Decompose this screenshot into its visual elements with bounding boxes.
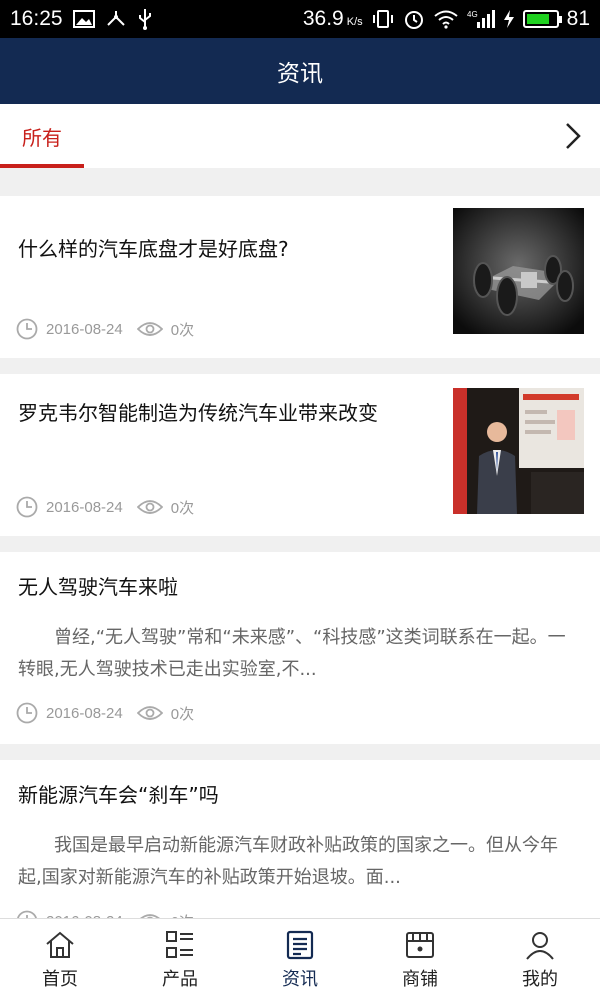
- article-title: 什么样的汽车底盘才是好底盘?: [18, 237, 289, 261]
- battery-icon: [522, 10, 562, 28]
- article-date: 2016-08-24: [46, 704, 123, 722]
- article-meta: 2016-08-24 0次: [16, 496, 194, 518]
- tab-label: 产品: [162, 968, 198, 990]
- net-speed: 36.9 K/s: [303, 7, 363, 31]
- status-time: 16:25: [10, 7, 63, 30]
- article-item[interactable]: 新能源汽车会“刹车”吗 我国是最早启动新能源汽车财政补贴政策的国家之一。但从今年…: [0, 760, 600, 920]
- article-thumbnail: [453, 208, 584, 334]
- clock-icon: [16, 318, 38, 340]
- article-item[interactable]: 什么样的汽车底盘才是好底盘? 2016-08-24 0次: [0, 196, 600, 358]
- alarm-icon: [404, 11, 423, 29]
- signal-label: 4G: [467, 10, 478, 19]
- shop-icon: [406, 931, 434, 958]
- eye-icon: [136, 500, 163, 514]
- article-excerpt: 曾经,“无人驾驶”常和“未来感”、“科技感”这类词联系在一起。一转眼,无人驾驶技…: [18, 627, 566, 680]
- tab-products[interactable]: 产品: [120, 919, 240, 1000]
- tab-label: 商铺: [402, 968, 438, 990]
- battery-percent: 81: [566, 7, 590, 30]
- charging-icon: [503, 10, 514, 28]
- status-bar: 16:25 36.9 K/s 4G 81: [0, 0, 600, 38]
- article-date: 2016-08-24: [46, 498, 123, 516]
- car-chassis-image: [453, 208, 584, 334]
- article-meta: 2016-08-24 0次: [16, 318, 194, 340]
- chevron-right-icon[interactable]: [560, 122, 586, 150]
- tab-label: 首页: [42, 968, 78, 990]
- article-excerpt: 我国是最早启动新能源汽车财政补贴政策的国家之一。但从今年起,国家对新能源汽车的补…: [18, 835, 558, 888]
- article-item[interactable]: 罗克韦尔智能制造为传统汽车业带来改变 2016-08-24 0次: [0, 374, 600, 536]
- category-filter-bar: 所有: [0, 104, 600, 168]
- tab-news[interactable]: 资讯: [240, 919, 360, 1000]
- eye-icon: [136, 706, 163, 720]
- speaker-presentation-image: [453, 388, 584, 514]
- header-bar: 资讯: [0, 38, 600, 104]
- usb-icon: [138, 9, 151, 30]
- article-views: 0次: [170, 321, 195, 339]
- article-list: 什么样的汽车底盘才是好底盘? 2016-08-24 0次 罗克韦尔智能制造为传统…: [0, 180, 600, 920]
- wifi-icon: [434, 10, 458, 29]
- net-speed-unit: K/s: [346, 16, 363, 28]
- article-views: 0次: [170, 705, 195, 723]
- home-icon: [46, 931, 74, 958]
- clock-icon: [16, 496, 38, 518]
- article-thumbnail: [453, 388, 584, 514]
- clock-icon: [16, 702, 38, 724]
- article-item[interactable]: 无人驾驶汽车来啦 曾经,“无人驾驶”常和“未来感”、“科技感”这类词联系在一起。…: [0, 552, 600, 744]
- bottom-tab-bar: 首页 产品 资讯 商铺 我的: [0, 918, 600, 1000]
- grid-list-icon: [166, 930, 193, 958]
- tab-label: 我的: [522, 968, 558, 990]
- image-icon: [72, 10, 95, 28]
- tab-label: 资讯: [282, 968, 318, 990]
- news-icon: [286, 930, 314, 959]
- battery-level-fill: [526, 14, 550, 24]
- article-title: 新能源汽车会“刹车”吗: [18, 783, 219, 807]
- article-meta: 2016-08-24 0次: [16, 702, 194, 724]
- article-views: 0次: [170, 499, 195, 517]
- tab-home[interactable]: 首页: [0, 919, 120, 1000]
- net-speed-value: 36.9: [302, 7, 344, 30]
- cell-signal-icon: 4G: [467, 10, 495, 28]
- category-tab-all[interactable]: 所有: [0, 104, 84, 168]
- vibrate-icon: [372, 10, 393, 28]
- category-tab-label: 所有: [22, 125, 62, 150]
- article-date: 2016-08-24: [46, 320, 123, 338]
- eye-icon: [136, 322, 163, 336]
- tab-profile[interactable]: 我的: [480, 919, 600, 1000]
- article-title: 罗克韦尔智能制造为传统汽车业带来改变: [18, 401, 378, 425]
- page-title: 资讯: [277, 61, 323, 87]
- article-title: 无人驾驶汽车来啦: [18, 575, 178, 599]
- network-share-icon: [106, 11, 125, 26]
- user-icon: [526, 931, 554, 960]
- tab-shop[interactable]: 商铺: [360, 919, 480, 1000]
